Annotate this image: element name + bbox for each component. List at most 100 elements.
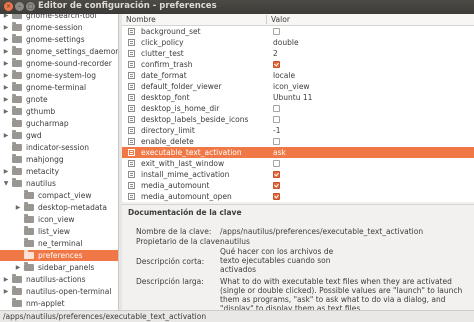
tree-item[interactable]: ▶ gnote bbox=[0, 94, 118, 105]
key-icon bbox=[128, 50, 135, 57]
expander-collapsed-icon[interactable]: ▶ bbox=[14, 202, 22, 213]
tree-item[interactable]: ▶ gnome_settings_daemon bbox=[0, 46, 118, 57]
folder-icon bbox=[12, 22, 22, 31]
expander-collapsed-icon[interactable]: ▶ bbox=[2, 106, 10, 117]
key-icon bbox=[128, 160, 135, 167]
column-header-name[interactable]: Nombre bbox=[126, 14, 156, 25]
key-row[interactable]: directory_limit -1 bbox=[122, 125, 474, 136]
key-value[interactable]: icon_view bbox=[273, 81, 310, 92]
key-value-checkbox[interactable] bbox=[273, 138, 280, 145]
key-row[interactable]: media_automount_open bbox=[122, 191, 474, 202]
tree-item[interactable]: ▶ gnome-terminal bbox=[0, 82, 118, 93]
doc-short-desc-value: Qué hacer con los archivos de texto ejec… bbox=[220, 247, 334, 274]
key-value[interactable]: Ubuntu 11 bbox=[273, 92, 312, 103]
tree-item[interactable]: compact_view bbox=[0, 190, 118, 201]
tree-item[interactable]: ▶ gnome-settings bbox=[0, 34, 118, 45]
key-row[interactable]: exit_with_last_window bbox=[122, 158, 474, 169]
tree-item[interactable]: ▶ nautilus-actions bbox=[0, 274, 118, 285]
tree-item[interactable]: ▶ gnome-system-log bbox=[0, 70, 118, 81]
folder-icon bbox=[12, 58, 22, 67]
key-value-checkbox[interactable] bbox=[273, 182, 280, 189]
key-row[interactable]: enable_delete bbox=[122, 136, 474, 147]
key-value-checkbox[interactable] bbox=[273, 193, 280, 200]
key-row[interactable]: date_format locale bbox=[122, 70, 474, 81]
key-value-checkbox[interactable] bbox=[273, 105, 280, 112]
tree-item-label: compact_view bbox=[38, 191, 92, 200]
key-value-checkbox[interactable] bbox=[273, 116, 280, 123]
expander-collapsed-icon[interactable]: ▶ bbox=[2, 94, 10, 105]
key-value[interactable]: -1 bbox=[273, 125, 280, 136]
key-value-checkbox[interactable] bbox=[273, 171, 280, 178]
key-icon bbox=[128, 116, 135, 123]
tree-item[interactable]: icon_view bbox=[0, 214, 118, 225]
key-row[interactable]: confirm_trash bbox=[122, 59, 474, 70]
expander-expanded-icon[interactable]: ▼ bbox=[2, 178, 10, 189]
close-icon[interactable]: × bbox=[4, 2, 13, 11]
key-row[interactable]: desktop_font Ubuntu 11 bbox=[122, 92, 474, 103]
key-value-checkbox[interactable] bbox=[273, 61, 280, 68]
tree-item[interactable]: preferences bbox=[0, 250, 118, 261]
tree-item[interactable]: ▶ gthumb bbox=[0, 106, 118, 117]
expander-collapsed-icon[interactable]: ▶ bbox=[2, 34, 10, 45]
key-value[interactable]: ask bbox=[273, 147, 286, 158]
tree-item[interactable]: ▶ nautilus-open-terminal bbox=[0, 286, 118, 297]
tree-item[interactable]: ▶ metacity bbox=[0, 166, 118, 177]
key-icon bbox=[128, 39, 135, 46]
expander-collapsed-icon[interactable]: ▶ bbox=[2, 22, 10, 33]
expander-collapsed-icon[interactable]: ▶ bbox=[2, 14, 10, 21]
tree-item[interactable]: indicator-session bbox=[0, 142, 118, 153]
expander-collapsed-icon[interactable]: ▶ bbox=[2, 166, 10, 177]
tree-item[interactable]: ▼ nautilus bbox=[0, 178, 118, 189]
key-name: default_folder_viewer bbox=[141, 82, 222, 91]
expander-collapsed-icon[interactable]: ▶ bbox=[2, 82, 10, 93]
key-row[interactable]: install_mime_activation bbox=[122, 169, 474, 180]
key-value-checkbox[interactable] bbox=[273, 28, 280, 35]
key-row[interactable]: desktop_is_home_dir bbox=[122, 103, 474, 114]
tree-item[interactable]: ▶ gnome-session bbox=[0, 22, 118, 33]
folder-icon bbox=[24, 214, 34, 223]
expander-collapsed-icon[interactable]: ▶ bbox=[14, 262, 22, 273]
expander-collapsed-icon[interactable]: ▶ bbox=[2, 46, 10, 57]
tree-item-label: sidebar_panels bbox=[38, 263, 95, 272]
tree-item[interactable]: ▶ gwd bbox=[0, 130, 118, 141]
key-value[interactable]: double bbox=[273, 37, 299, 48]
key-tree-panel[interactable]: ▶ gnome-search-tool ▶ gnome-session ▶ gnome-s… bbox=[0, 14, 119, 310]
tree-item[interactable]: ne_terminal bbox=[0, 238, 118, 249]
key-row[interactable]: default_folder_viewer icon_view bbox=[122, 81, 474, 92]
tree-item-label: gnome-sound-recorder bbox=[26, 59, 112, 68]
tree-item[interactable]: nm-applet bbox=[0, 298, 118, 309]
expander-collapsed-icon[interactable]: ▶ bbox=[2, 274, 10, 285]
tree-item[interactable]: ▶ desktop-metadata bbox=[0, 202, 118, 213]
tree-item[interactable]: ▶ sidebar_panels bbox=[0, 262, 118, 273]
folder-icon bbox=[12, 178, 22, 187]
folder-icon bbox=[12, 286, 22, 295]
key-row[interactable]: media_automount bbox=[122, 180, 474, 191]
tree-item-label: gnome-search-tool bbox=[26, 14, 97, 20]
minimize-icon[interactable]: – bbox=[15, 2, 24, 11]
expander-collapsed-icon[interactable]: ▶ bbox=[2, 286, 10, 297]
tree-item[interactable]: gucharmap bbox=[0, 118, 118, 129]
tree-item-label: indicator-session bbox=[26, 143, 90, 152]
key-row[interactable]: desktop_labels_beside_icons bbox=[122, 114, 474, 125]
expander-collapsed-icon[interactable]: ▶ bbox=[2, 58, 10, 69]
tree-item[interactable]: ▶ gnome-search-tool bbox=[0, 14, 118, 21]
key-icon bbox=[128, 138, 135, 145]
tree-item[interactable]: list_view bbox=[0, 226, 118, 237]
tree-item-label: list_view bbox=[38, 227, 71, 236]
maximize-icon[interactable]: □ bbox=[26, 2, 35, 11]
key-row[interactable]: click_policy double bbox=[122, 37, 474, 48]
tree-item-label: metacity bbox=[26, 167, 60, 176]
tree-item[interactable]: ▶ gnome-sound-recorder bbox=[0, 58, 118, 69]
key-value[interactable]: locale bbox=[273, 70, 295, 81]
key-row[interactable]: background_set bbox=[122, 26, 474, 37]
column-header-value[interactable]: Valor bbox=[271, 14, 290, 25]
key-value-checkbox[interactable] bbox=[273, 160, 280, 167]
key-row[interactable]: executable_text_activation ask bbox=[122, 147, 474, 158]
expander-collapsed-icon[interactable]: ▶ bbox=[2, 130, 10, 141]
key-value[interactable]: 2 bbox=[273, 48, 278, 59]
status-path: /apps/nautilus/preferences/executable_te… bbox=[3, 312, 207, 321]
tree-item[interactable]: mahjongg bbox=[0, 154, 118, 165]
expander-collapsed-icon[interactable]: ▶ bbox=[2, 70, 10, 81]
folder-icon bbox=[12, 34, 22, 43]
key-row[interactable]: clutter_test 2 bbox=[122, 48, 474, 59]
